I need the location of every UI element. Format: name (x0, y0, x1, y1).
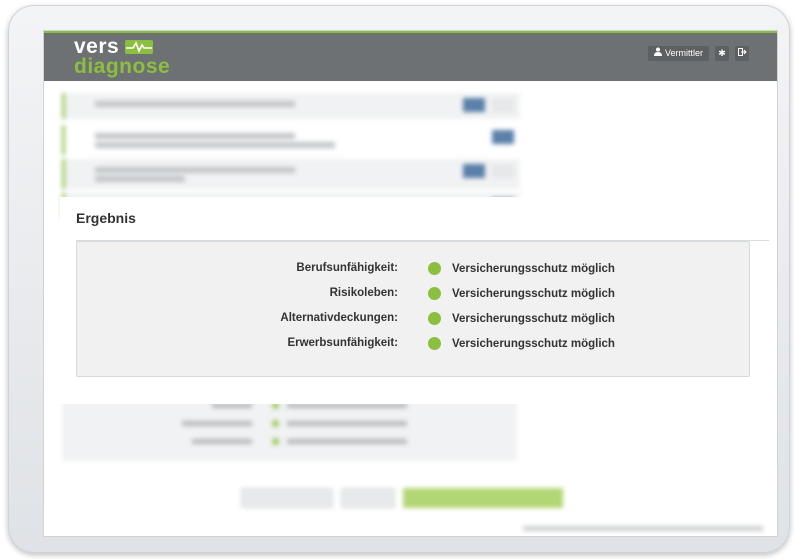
status-indicator-icon (428, 312, 441, 325)
status-indicator-icon (428, 287, 441, 300)
settings-button[interactable]: ✱ (715, 46, 729, 61)
app-screen: vers diagnose Vermittler ✱ Ergebnis Beru… (43, 30, 778, 537)
logo-text-vers: vers (74, 35, 120, 58)
result-modal: Ergebnis Berufsunfähigkeit: Versicherung… (60, 197, 769, 404)
logout-icon (737, 46, 747, 61)
result-label: Erwerbsunfähigkeit: (287, 337, 398, 349)
status-indicator-icon (428, 262, 441, 275)
user-menu-label: Vermittler (664, 48, 703, 58)
modal-title: Ergebnis (76, 210, 136, 226)
result-value: Versicherungsschutz möglich (452, 313, 615, 325)
question-row (62, 93, 520, 119)
tablet-frame: vers diagnose Vermittler ✱ Ergebnis Beru… (8, 5, 790, 553)
user-menu-button[interactable]: Vermittler (647, 46, 709, 61)
gear-icon: ✱ (718, 48, 726, 58)
result-row: Alternativdeckungen: Versicherungsschutz… (77, 309, 749, 329)
result-value: Versicherungsschutz möglich (452, 338, 615, 350)
result-value: Versicherungsschutz möglich (452, 263, 615, 275)
question-row (62, 159, 520, 189)
question-row (62, 125, 520, 155)
top-navigation-bar: vers diagnose Vermittler ✱ (44, 31, 777, 81)
result-label: Risikoleben: (329, 287, 398, 299)
logout-button[interactable] (735, 46, 749, 61)
result-label: Berufsunfähigkeit: (296, 262, 398, 274)
result-row: Risikoleben: Versicherungsschutz möglich (77, 284, 749, 304)
blurred-primary-button (403, 488, 563, 508)
blurred-button (341, 488, 395, 508)
blurred-footer-text (523, 526, 763, 531)
heartbeat-icon (125, 40, 154, 54)
status-indicator-icon (428, 337, 441, 350)
result-row: Erwerbsunfähigkeit: Versicherungsschutz … (77, 334, 749, 354)
logo-text-diagnose: diagnose (74, 55, 171, 78)
result-value: Versicherungsschutz möglich (452, 288, 615, 300)
user-icon (653, 46, 662, 61)
result-row: Berufsunfähigkeit: Versicherungsschutz m… (77, 259, 749, 279)
app-logo[interactable]: vers diagnose (74, 35, 171, 78)
result-panel: Berufsunfähigkeit: Versicherungsschutz m… (76, 241, 750, 377)
blurred-button (241, 488, 333, 508)
result-label: Alternativdeckungen: (280, 312, 398, 324)
